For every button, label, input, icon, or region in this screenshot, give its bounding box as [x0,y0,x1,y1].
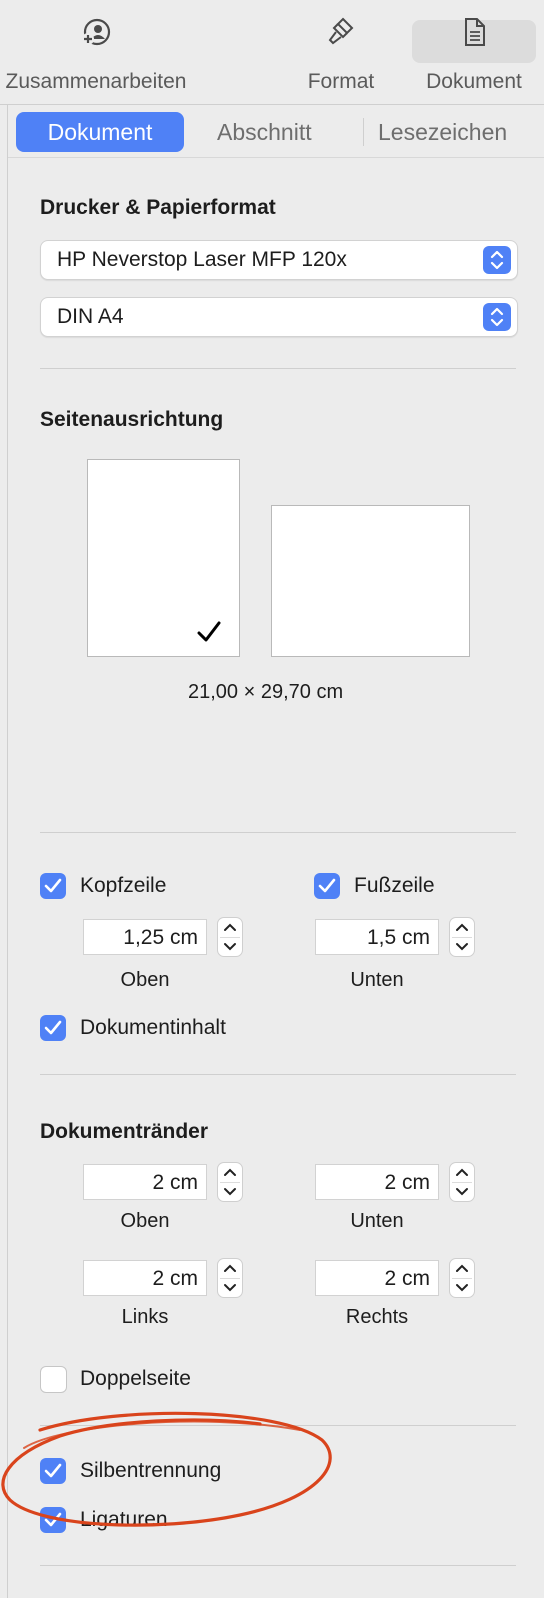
margin-right-value: 2 cm [384,1267,430,1290]
chevron-up-icon [224,923,236,931]
chevron-down-icon [224,1188,236,1196]
footer-label: Fußzeile [354,874,435,897]
document-button[interactable]: Dokument [412,14,536,94]
footer-distance-label: Unten [350,969,404,991]
header-distance-label: Oben [120,969,170,991]
annotation-ellipse [1,1411,332,1527]
footer-distance-field[interactable]: 1,5 cm [315,919,439,955]
tab-divider [363,118,364,146]
facing-pages-checkbox[interactable] [40,1366,67,1393]
chevron-down-icon [224,1284,236,1292]
paper-select-value: DIN A4 [57,305,124,328]
chevron-down-icon [456,943,468,951]
section-divider [40,368,516,369]
chevron-up-icon [456,923,468,931]
header-distance-stepper[interactable] [217,917,243,957]
chevron-up-icon [456,1168,468,1176]
tab-section[interactable]: Abschnitt [217,112,312,152]
header-label: Kopfzeile [80,874,167,897]
document-label: Dokument [426,70,522,93]
chevron-up-icon [456,1264,468,1272]
document-icon [465,18,485,46]
margin-left-value: 2 cm [152,1267,198,1290]
margin-top-value: 2 cm [152,1171,198,1194]
margin-bottom-stepper[interactable] [449,1162,475,1202]
updown-chevron-icon [483,303,511,331]
updown-chevron-icon [483,246,511,274]
toolbar-divider [0,104,544,105]
margin-bottom-label: Unten [350,1210,404,1232]
margin-top-stepper[interactable] [217,1162,243,1202]
collaborate-button[interactable]: Zusammenarbeiten [0,14,196,94]
orientation-landscape-option[interactable] [271,505,470,657]
margin-top-field[interactable]: 2 cm [83,1164,207,1200]
printer-heading: Drucker & Papierformat [40,196,276,219]
chevron-down-icon [456,1188,468,1196]
collaborate-label: Zusammenarbeiten [5,70,187,93]
toolbar: Zusammenarbeiten Format Dokument [0,0,544,104]
panel-left-border [7,104,8,1598]
tab-bookmarks[interactable]: Lesezeichen [378,112,507,152]
body-label: Dokumentinhalt [80,1016,226,1039]
tab-document[interactable]: Dokument [16,112,184,152]
printer-select[interactable]: HP Neverstop Laser MFP 120x [40,240,518,280]
checkmark-icon [197,621,221,642]
tabs-divider [8,157,544,158]
margin-right-label: Rechts [345,1306,409,1328]
chevron-up-icon [224,1168,236,1176]
margins-heading: Dokumentränder [40,1120,209,1143]
margin-bottom-field[interactable]: 2 cm [315,1164,439,1200]
margin-right-field[interactable]: 2 cm [315,1260,439,1296]
chevron-down-icon [456,1284,468,1292]
margin-top-label: Oben [120,1210,170,1232]
paper-select[interactable]: DIN A4 [40,297,518,337]
person-plus-icon [82,18,111,46]
footer-distance-stepper[interactable] [449,917,475,957]
header-checkbox[interactable] [40,873,66,899]
facing-pages-label: Doppelseite [80,1367,191,1390]
page-size-readout: 21,00 × 29,70 cm [188,681,344,703]
body-checkbox[interactable] [40,1015,66,1041]
margin-bottom-value: 2 cm [384,1171,430,1194]
chevron-down-icon [224,943,236,951]
format-label: Format [307,70,375,93]
orientation-portrait-option[interactable] [87,459,240,657]
margin-left-field[interactable]: 2 cm [83,1260,207,1296]
paintbrush-icon [328,17,354,45]
header-distance-value: 1,25 cm [123,926,198,949]
footer-distance-value: 1,5 cm [366,926,430,949]
section-divider [40,1565,516,1566]
margin-left-label: Links [121,1306,169,1328]
format-button[interactable]: Format [300,14,382,94]
footer-checkbox[interactable] [314,873,340,899]
printer-select-value: HP Neverstop Laser MFP 120x [57,248,347,271]
section-divider [40,832,516,833]
margin-right-stepper[interactable] [449,1258,475,1298]
section-divider [40,1074,516,1075]
chevron-up-icon [224,1264,236,1272]
header-distance-field[interactable]: 1,25 cm [83,919,207,955]
orientation-heading: Seitenausrichtung [40,408,224,431]
margin-left-stepper[interactable] [217,1258,243,1298]
